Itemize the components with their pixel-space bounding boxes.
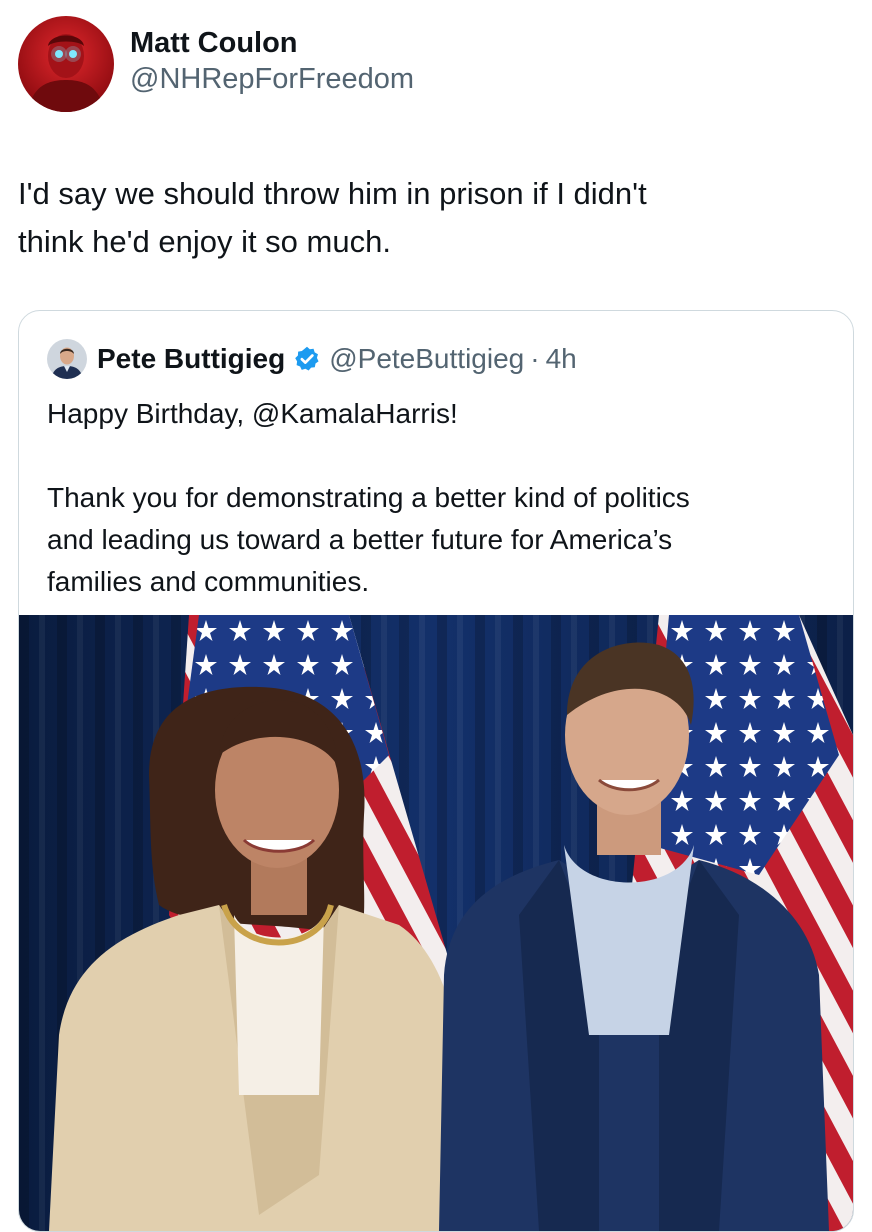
photo-image: [19, 615, 853, 1231]
verified-badge-icon: [293, 345, 321, 373]
quoted-timestamp[interactable]: 4h: [546, 341, 577, 377]
quoted-text-line: and leading us toward a better future fo…: [47, 524, 673, 555]
author-name[interactable]: Matt Coulon: [130, 25, 414, 61]
quoted-text-line: Thank you for demonstrating a better kin…: [47, 482, 690, 513]
author-avatar-image: [18, 16, 114, 112]
quoted-tweet-text: Happy Birthday, @KamalaHarris! Thank you…: [47, 393, 837, 603]
tweet-text-line: I'd say we should throw him in prison if…: [18, 176, 647, 211]
author-identity: Matt Coulon @NHRepForFreedom: [130, 25, 414, 97]
quoted-tweet-photo[interactable]: [19, 615, 853, 1231]
tweet: Matt Coulon @NHRepForFreedom I'd say we …: [0, 0, 872, 1232]
quoted-separator: ·: [530, 343, 540, 374]
author-avatar[interactable]: [18, 16, 114, 112]
quoted-author-name[interactable]: Pete Buttigieg: [97, 341, 285, 377]
tweet-author-row[interactable]: Matt Coulon @NHRepForFreedom: [18, 16, 414, 112]
quoted-author-handle[interactable]: @PeteButtigieg: [329, 341, 524, 377]
author-handle[interactable]: @NHRepForFreedom: [130, 61, 414, 97]
quoted-tweet-header: Pete Buttigieg @PeteButtigieg · 4h: [47, 339, 577, 379]
tweet-text-line: think he'd enjoy it so much.: [18, 224, 391, 259]
tweet-text: I'd say we should throw him in prison if…: [18, 170, 838, 266]
quoted-text-line: families and communities.: [47, 566, 370, 597]
quoted-tweet-card[interactable]: Pete Buttigieg @PeteButtigieg · 4h Happy…: [18, 310, 854, 1232]
quoted-author-avatar[interactable]: [47, 339, 87, 379]
quoted-author-avatar-image: [47, 339, 87, 379]
quoted-text-paragraph: Happy Birthday, @KamalaHarris!: [47, 398, 458, 429]
quoted-text-paragraph: Thank you for demonstrating a better kin…: [47, 477, 837, 603]
